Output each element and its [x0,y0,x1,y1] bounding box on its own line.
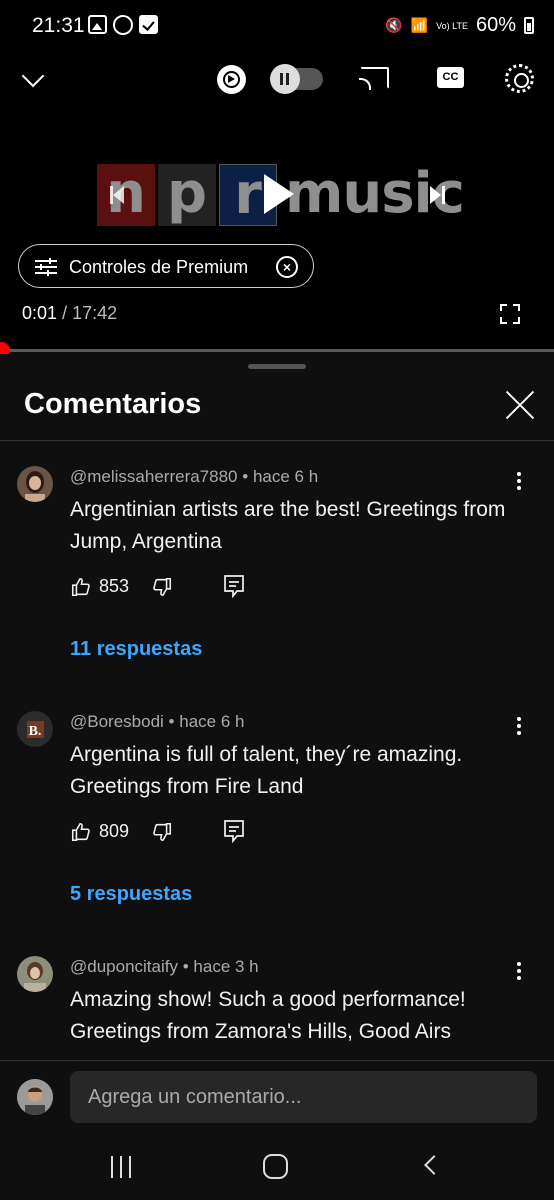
thumbs-down-icon[interactable] [151,821,173,843]
comment-author[interactable]: @duponcitaify [70,957,178,976]
replies-link[interactable]: 5 respuestas [70,883,192,906]
time-separator: / [62,303,68,323]
recent-apps-icon[interactable] [110,1156,132,1178]
comment-meta: @melissaherrera7880 • hace 6 h [70,467,318,487]
fullscreen-icon[interactable] [500,304,520,324]
comment-actions: 809 [70,819,270,847]
avatar-letter: B. [29,724,42,739]
captions-icon[interactable]: CC [437,67,464,88]
settings-icon[interactable] [505,64,534,93]
progress-bar[interactable] [0,342,554,359]
status-bar: 21:31 🔇 📶 Vo) LTE 60% [0,0,554,54]
comment-text: Argentina is full of talent, they´re ama… [70,743,463,798]
mute-icon: 🔇 [385,17,403,33]
avatar[interactable] [17,956,53,992]
battery-icon [524,17,534,34]
sliders-icon [35,258,57,276]
duration: 17:42 [72,303,118,323]
thumbs-up-icon[interactable] [70,821,92,843]
comment-time: hace 6 h [179,712,245,731]
more-options-icon[interactable] [516,472,522,494]
close-icon[interactable] [505,390,535,420]
system-nav-bar [0,1136,554,1200]
comments-title: Comentarios [24,388,202,420]
comment-composer [0,1060,554,1136]
back-icon[interactable] [424,1155,444,1175]
comment-input[interactable] [70,1071,537,1123]
comment-author[interactable]: @Boresbodi [70,712,164,731]
system-icons: 🔇 📶 Vo) LTE 60% [385,14,534,37]
more-options-icon[interactable] [516,962,522,984]
home-icon[interactable] [263,1154,288,1179]
comment-input-box[interactable] [70,1071,537,1123]
lte-label: Vo) LTE [436,20,468,31]
notification-icons [88,15,158,35]
status-time: 21:31 [32,14,85,37]
autoplay-toggle[interactable] [270,64,323,94]
comment-time: hace 6 h [252,467,319,486]
premium-controls-label: Controles de Premium [69,257,249,277]
drag-handle[interactable] [248,364,306,369]
next-icon[interactable] [430,186,446,204]
meta-dot: • [182,957,189,976]
wifi-icon: 📶 [410,17,429,33]
current-time: 0:01 [22,303,58,323]
logo-letter-n: n [97,164,155,226]
autoplay-icon[interactable] [217,65,246,94]
previous-icon[interactable] [110,186,124,204]
meta-dot: • [168,712,175,731]
close-circle-icon[interactable]: × [276,256,298,278]
comment-text: Amazing show! Such a good performance! G… [70,988,466,1043]
comment-actions: 853 [70,574,270,602]
timecode: 0:01 / 17:42 [22,303,117,324]
like-count: 853 [99,576,130,596]
avatar[interactable]: B. [17,711,53,747]
avatar [17,1079,53,1115]
replies-link[interactable]: 11 respuestas [70,638,202,661]
avatar[interactable] [17,466,53,502]
divider [0,440,554,441]
play-icon[interactable] [264,174,294,214]
comment-meta: @Boresbodi • hace 6 h [70,712,244,732]
whatsapp-icon [113,15,133,35]
thumbs-up-icon[interactable] [70,576,92,598]
logo-letter-p: p [158,164,216,226]
like-count: 809 [99,821,130,841]
video-player[interactable]: CC n p r music Controles de Premium × 0:… [0,54,554,359]
reply-icon[interactable] [223,574,245,598]
reply-icon[interactable] [223,819,245,843]
premium-controls-chip[interactable]: Controles de Premium × [18,244,314,288]
comment-author[interactable]: @melissaherrera7880 [70,467,238,486]
comment-meta: @duponcitaify • hace 3 h [70,957,259,977]
more-options-icon[interactable] [516,717,522,739]
comments-panel: Comentarios @melissaherrera7880 • hace 6… [0,354,554,1060]
comment-text: Argentinian artists are the best! Greeti… [70,498,506,553]
thumbs-down-icon[interactable] [151,576,173,598]
battery-percent: 60% [475,14,516,36]
chevron-down-icon[interactable] [21,64,45,88]
cast-icon[interactable] [359,67,389,90]
comment-time: hace 3 h [193,957,259,976]
gallery-icon [88,15,107,34]
pause-toggle-icon [270,64,300,94]
meta-dot: • [242,467,249,486]
player-top-bar: CC [0,54,554,110]
checkbox-icon [139,15,158,34]
